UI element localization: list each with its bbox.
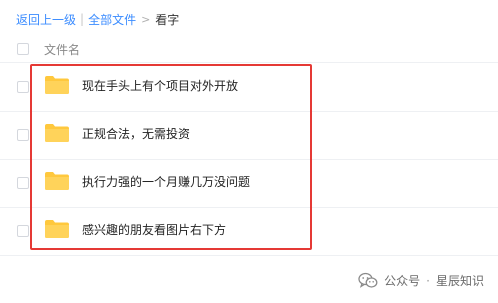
select-all-checkbox[interactable] bbox=[17, 43, 29, 55]
list-item[interactable]: 现在手头上有个项目对外开放 bbox=[0, 63, 498, 112]
breadcrumb: 返回上一级 | 全部文件 > 看字 bbox=[16, 10, 179, 28]
wechat-icon bbox=[358, 272, 378, 288]
row-checkbox[interactable] bbox=[17, 177, 29, 189]
current-folder-label: 看字 bbox=[155, 12, 180, 27]
row-checkbox[interactable] bbox=[17, 225, 29, 237]
file-name[interactable]: 现在手头上有个项目对外开放 bbox=[82, 77, 238, 94]
row-checkbox[interactable] bbox=[17, 129, 29, 141]
watermark-account-name: 星辰知识 bbox=[435, 274, 484, 288]
folder-icon bbox=[45, 172, 69, 190]
file-browser: 返回上一级 | 全部文件 > 看字 文件名 现在手头上有个项目对外开放 正规合法… bbox=[0, 0, 498, 303]
list-item[interactable]: 执行力强的一个月赚几万没问题 bbox=[0, 159, 498, 208]
list-header: 文件名 bbox=[0, 38, 498, 63]
breadcrumb-arrow-icon: > bbox=[141, 12, 151, 26]
watermark: 公众号 · 星辰知识 bbox=[358, 272, 484, 289]
folder-icon bbox=[45, 76, 69, 94]
file-name[interactable]: 执行力强的一个月赚几万没问题 bbox=[82, 173, 250, 190]
list-item[interactable]: 正规合法，无需投资 bbox=[0, 111, 498, 160]
watermark-separator: · bbox=[426, 273, 430, 288]
name-column-header[interactable]: 文件名 bbox=[44, 41, 80, 58]
file-name[interactable]: 感兴趣的朋友看图片右下方 bbox=[82, 221, 226, 238]
folder-icon bbox=[45, 124, 69, 142]
back-link[interactable]: 返回上一级 bbox=[16, 11, 76, 28]
breadcrumb-separator: | bbox=[80, 12, 85, 26]
all-files-link[interactable]: 全部文件 bbox=[88, 11, 136, 28]
list-item[interactable]: 感兴趣的朋友看图片右下方 bbox=[0, 207, 498, 256]
watermark-account-label: 公众号 bbox=[384, 274, 421, 288]
file-name[interactable]: 正规合法，无需投资 bbox=[82, 125, 190, 142]
folder-icon bbox=[45, 220, 69, 238]
row-checkbox[interactable] bbox=[17, 81, 29, 93]
